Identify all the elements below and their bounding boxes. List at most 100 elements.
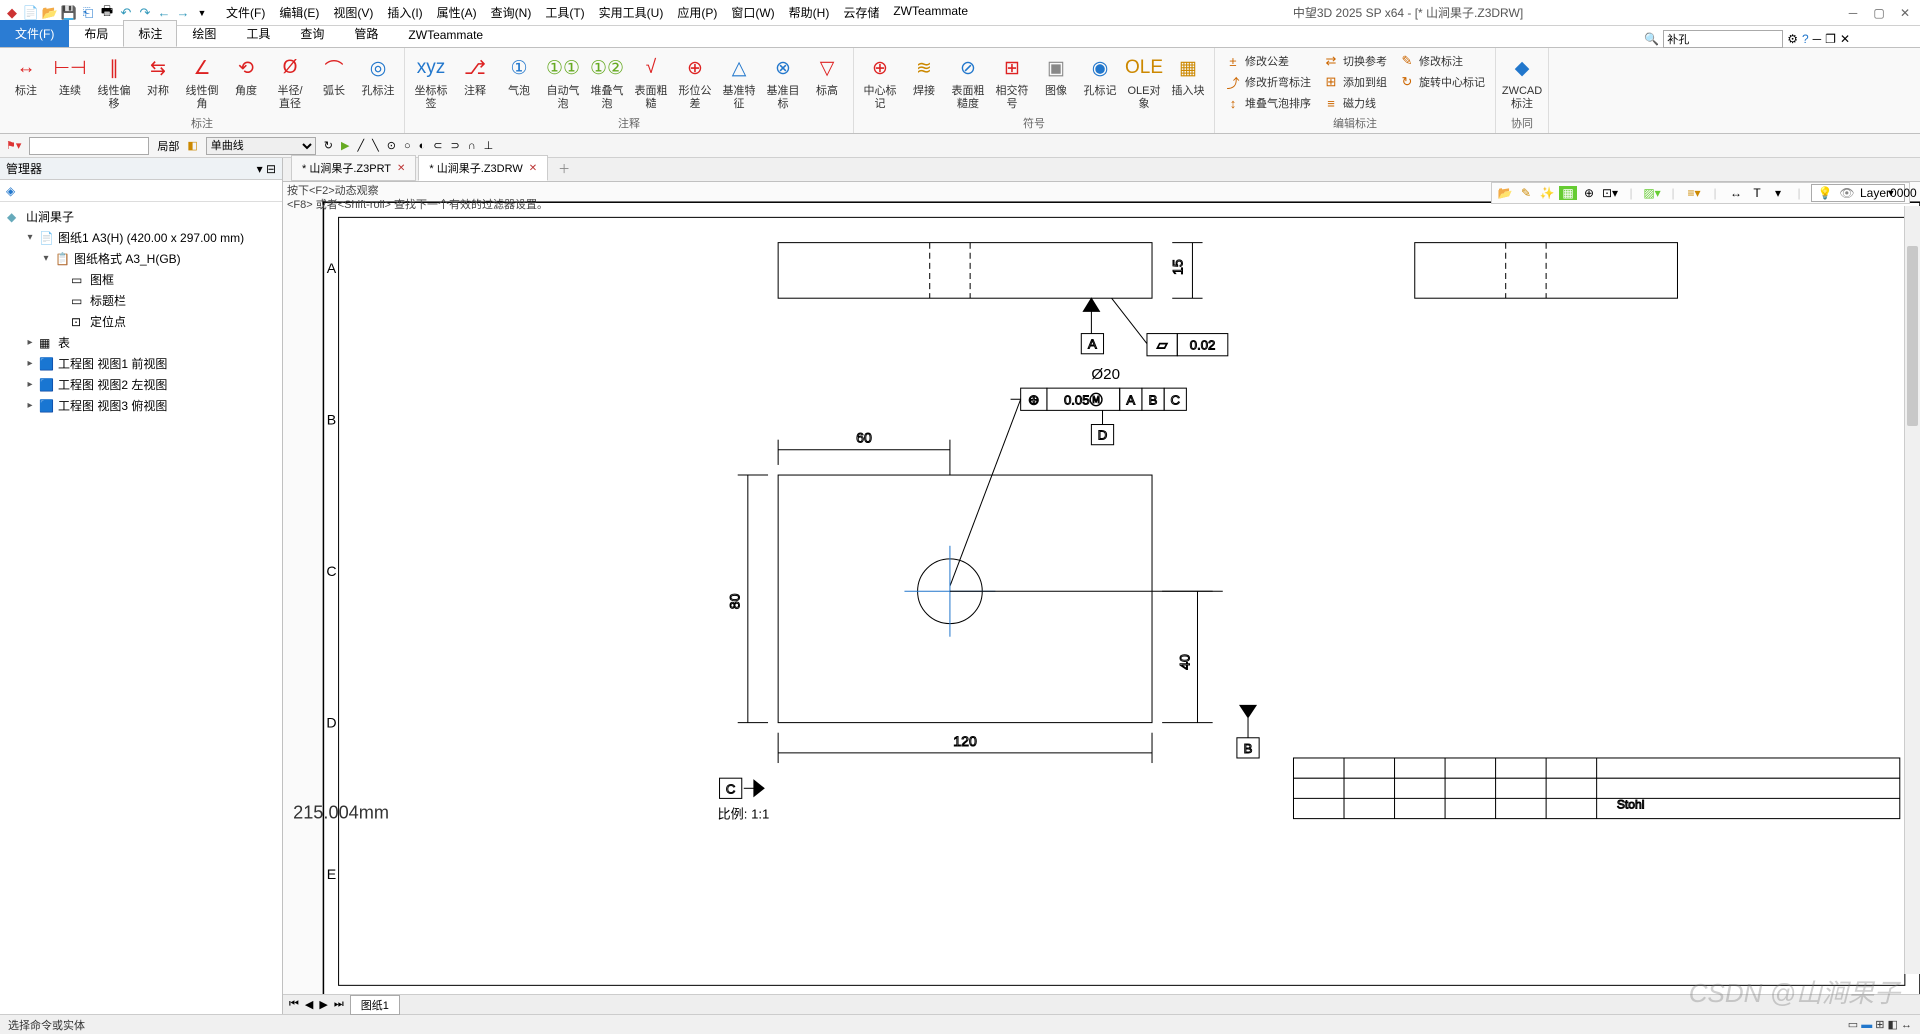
minimize-icon[interactable]: ─ [1842, 6, 1864, 20]
scope-icon[interactable]: ◧ [187, 139, 197, 152]
ribbon-button[interactable]: ⤴修改折弯标注 [1221, 72, 1315, 92]
tab-pipe[interactable]: 管路 [339, 20, 393, 47]
back-icon[interactable]: ← [156, 5, 172, 21]
ribbon-button[interactable]: √表面粗糙 [631, 51, 671, 113]
tree-item[interactable]: ▾📋图纸格式 A3_H(GB) [0, 248, 282, 269]
tool-b-icon[interactable]: ╲ [372, 139, 379, 152]
ribbon-button[interactable]: ⟲角度 [226, 51, 266, 100]
tool-c-icon[interactable]: ⊙ [387, 139, 396, 152]
close-icon[interactable]: ✕ [1894, 6, 1916, 20]
mgr-opts-icon[interactable]: ▾ [257, 162, 263, 176]
sheet-tab[interactable]: 图纸1 [350, 995, 400, 1015]
ribbon-button[interactable]: ∥线性偏移 [94, 51, 134, 113]
ribbon-button[interactable]: ⊕形位公差 [675, 51, 715, 113]
tree-root[interactable]: ◆ 山涧果子 [0, 206, 282, 227]
tree-item[interactable]: ▭图框 [0, 269, 282, 290]
tree-item[interactable]: ▸🟦工程图 视图1 前视图 [0, 353, 282, 374]
expand-icon[interactable]: ▸ [24, 337, 36, 348]
tool-f-icon[interactable]: ⊂ [433, 139, 442, 152]
ribbon-button[interactable]: ①②堆叠气泡 [587, 51, 627, 113]
ribbon-button[interactable]: ⇆对称 [138, 51, 178, 100]
open-icon[interactable]: 📂 [42, 5, 58, 21]
tab-annotate[interactable]: 标注 [123, 20, 177, 47]
tool-h-icon[interactable]: ∩ [468, 140, 476, 152]
filter-entry[interactable] [29, 137, 149, 155]
close2-icon[interactable]: ✕ [1840, 32, 1850, 46]
tab-layout[interactable]: 布局 [69, 20, 123, 47]
vt-snap-icon[interactable]: ⊡▾ [1601, 186, 1619, 200]
ribbon-button[interactable]: ≡磁力线 [1319, 93, 1391, 113]
ribbon-button[interactable]: ◆ZWCAD标注 [1502, 51, 1542, 113]
drawing-canvas[interactable]: 按下<F2>动态观察 <F8> 或者<Shift-roll> 查找下一个有效的过… [283, 182, 1920, 994]
ribbon-button[interactable]: ⊞相交符号 [992, 51, 1032, 113]
tree-item[interactable]: ▭标题栏 [0, 290, 282, 311]
fwd-icon[interactable]: → [175, 5, 191, 21]
ribbon-button[interactable]: ①气泡 [499, 51, 539, 100]
vt-open-icon[interactable]: 📂 [1496, 186, 1514, 200]
curve-filter-select[interactable]: 单曲线 [206, 137, 316, 155]
min2-icon[interactable]: ─ [1813, 32, 1822, 46]
tool-play-icon[interactable]: ▶ [341, 139, 349, 152]
ribbon-button[interactable]: ∠线性倒角 [182, 51, 222, 113]
qat-dropdown-icon[interactable]: ▼ [194, 5, 210, 21]
ribbon-button[interactable]: ⇄切换参考 [1319, 51, 1391, 71]
ribbon-button[interactable]: ◉孔标记 [1080, 51, 1120, 100]
new-icon[interactable]: 📄 [23, 5, 39, 21]
help-icon[interactable]: ? [1802, 32, 1809, 46]
st-a-icon[interactable]: ▭ [1848, 1019, 1858, 1031]
ribbon-button[interactable]: ⊘表面粗糙度 [948, 51, 988, 113]
vt-text-icon[interactable]: T [1748, 186, 1766, 200]
tree-item[interactable]: ▾📄图纸1 A3(H) (420.00 x 297.00 mm) [0, 227, 282, 248]
ribbon-button[interactable]: OLEOLE对象 [1124, 51, 1164, 113]
menu-cloud[interactable]: 云存储 [837, 2, 885, 23]
ribbon-button[interactable]: xyz坐标标签 [411, 51, 451, 113]
ribbon-button[interactable]: ▦插入块 [1168, 51, 1208, 100]
tool-i-icon[interactable]: ⊥ [484, 139, 494, 152]
ribbon-button[interactable]: ↔标注 [6, 51, 46, 100]
tree-item[interactable]: ▸▦表 [0, 332, 282, 353]
tab-query[interactable]: 查询 [285, 20, 339, 47]
sheet-last-icon[interactable]: ⏭ [334, 998, 344, 1011]
menu-teammate[interactable]: ZWTeammate [887, 2, 974, 23]
vt-dim-icon[interactable]: ↔ [1727, 186, 1745, 200]
menu-query[interactable]: 查询(N) [485, 2, 538, 23]
expand-icon[interactable]: ▸ [24, 400, 36, 411]
st-b-icon[interactable]: ▬ [1861, 1019, 1872, 1031]
ribbon-button[interactable]: Ø半径/直径 [270, 51, 310, 113]
tool-refresh-icon[interactable]: ↻ [324, 139, 333, 152]
ribbon-button[interactable]: ▽标高 [807, 51, 847, 100]
tool-g-icon[interactable]: ⊃ [450, 139, 459, 152]
restore-icon[interactable]: ❐ [1825, 32, 1836, 46]
vt-grid-icon[interactable]: ▦ [1559, 186, 1577, 200]
ribbon-button[interactable]: ✎修改标注 [1395, 51, 1489, 71]
menu-tools[interactable]: 工具(T) [539, 2, 590, 23]
vt-layer-icon[interactable]: ≡▾ [1685, 186, 1703, 200]
maximize-icon[interactable]: ▢ [1868, 6, 1890, 20]
mgr-home-icon[interactable]: ◈ [6, 184, 15, 198]
doctab-drw[interactable]: * 山涧果子.Z3DRW ✕ [418, 155, 548, 181]
st-d-icon[interactable]: ◧ [1888, 1019, 1898, 1031]
st-c-icon[interactable]: ⊞ [1875, 1019, 1884, 1031]
tool-e-icon[interactable]: ◐ [419, 140, 426, 152]
ribbon-button[interactable]: ▣图像 [1036, 51, 1076, 100]
expand-icon[interactable]: ▸ [24, 358, 36, 369]
ribbon-button[interactable]: ≋焊接 [904, 51, 944, 100]
doctab-close-icon[interactable]: ✕ [529, 163, 537, 174]
sheet-prev-icon[interactable]: ◀ [305, 998, 313, 1011]
st-e-icon[interactable]: ↔ [1901, 1019, 1912, 1031]
tab-tools[interactable]: 工具 [231, 20, 285, 47]
model-tree[interactable]: ◆ 山涧果子 ▾📄图纸1 A3(H) (420.00 x 297.00 mm)▾… [0, 202, 282, 1014]
tool-d-icon[interactable]: ○ [404, 140, 411, 152]
vt-more-icon[interactable]: ▾ [1769, 186, 1787, 200]
ribbon-button[interactable]: ↕堆叠气泡排序 [1221, 93, 1315, 113]
ribbon-button[interactable]: ①①自动气泡 [543, 51, 583, 113]
doctab-add-icon[interactable]: ＋ [550, 156, 578, 181]
menu-util[interactable]: 实用工具(U) [593, 2, 670, 23]
mgr-pin-icon[interactable]: ⊟ [266, 162, 276, 176]
ribbon-button[interactable]: △基准特征 [719, 51, 759, 113]
vertical-scrollbar[interactable] [1904, 206, 1920, 974]
vt-wand-icon[interactable]: ✨ [1538, 186, 1556, 200]
ribbon-button[interactable]: ⌒弧长 [314, 51, 354, 100]
menu-window[interactable]: 窗口(W) [725, 2, 780, 23]
ribbon-button[interactable]: ⎇注释 [455, 51, 495, 100]
